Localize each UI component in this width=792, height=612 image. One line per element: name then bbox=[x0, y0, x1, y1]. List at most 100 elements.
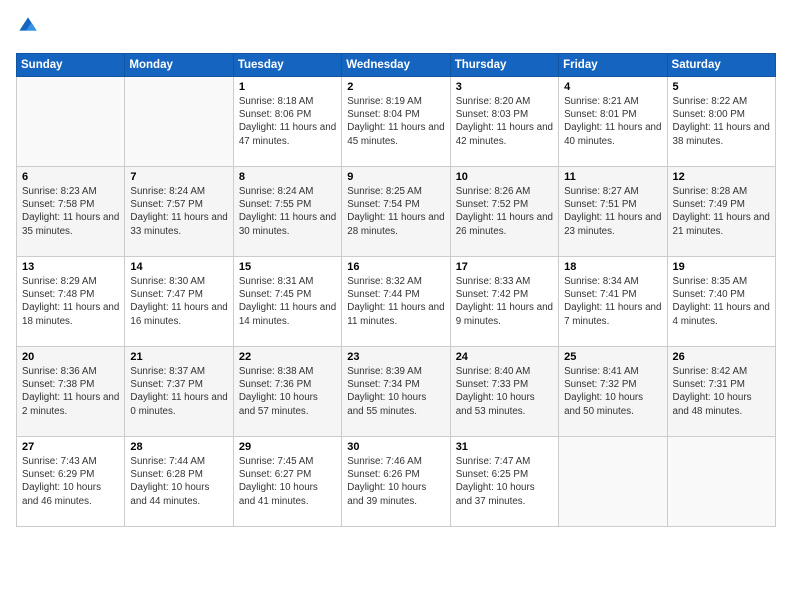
day-info: Sunrise: 8:34 AMSunset: 7:41 PMDaylight:… bbox=[564, 275, 661, 328]
day-info: Sunrise: 7:43 AMSunset: 6:29 PMDaylight:… bbox=[22, 455, 119, 508]
day-number: 15 bbox=[239, 261, 336, 273]
day-number: 6 bbox=[22, 171, 119, 183]
day-info: Sunrise: 8:31 AMSunset: 7:45 PMDaylight:… bbox=[239, 275, 336, 328]
logo-icon bbox=[18, 16, 38, 36]
calendar-cell: 11 Sunrise: 8:27 AMSunset: 7:51 PMDayligh… bbox=[559, 167, 667, 257]
day-info: Sunrise: 8:35 AMSunset: 7:40 PMDaylight:… bbox=[673, 275, 770, 328]
calendar-cell: 26 Sunrise: 8:42 AMSunset: 7:31 PMDayligh… bbox=[667, 347, 775, 437]
day-number: 2 bbox=[347, 81, 444, 93]
day-number: 1 bbox=[239, 81, 336, 93]
weekday-header: Wednesday bbox=[342, 54, 450, 77]
calendar-cell: 24 Sunrise: 8:40 AMSunset: 7:33 PMDayligh… bbox=[450, 347, 558, 437]
day-number: 18 bbox=[564, 261, 661, 273]
day-info: Sunrise: 8:29 AMSunset: 7:48 PMDaylight:… bbox=[22, 275, 119, 328]
weekday-header: Monday bbox=[125, 54, 233, 77]
day-info: Sunrise: 8:30 AMSunset: 7:47 PMDaylight:… bbox=[130, 275, 227, 328]
calendar-cell: 16Sunrise: 8:32 AMSunset: 7:44 PMDayligh… bbox=[342, 257, 450, 347]
weekday-header: Thursday bbox=[450, 54, 558, 77]
day-number: 29 bbox=[239, 441, 336, 453]
day-number: 27 bbox=[22, 441, 119, 453]
calendar-cell: 30Sunrise: 7:46 AMSunset: 6:26 PMDayligh… bbox=[342, 437, 450, 527]
day-info: Sunrise: 8:23 AMSunset: 7:58 PMDaylight:… bbox=[22, 185, 119, 238]
page-header bbox=[16, 16, 776, 41]
calendar-cell: 19Sunrise: 8:35 AMSunset: 7:40 PMDayligh… bbox=[667, 257, 775, 347]
day-info: Sunrise: 8:24 AMSunset: 7:57 PMDaylight:… bbox=[130, 185, 227, 238]
day-number: 13 bbox=[22, 261, 119, 273]
day-info: Sunrise: 8:27 AMSunset: 7:51 PMDaylight:… bbox=[564, 185, 661, 238]
day-number: 7 bbox=[130, 171, 227, 183]
day-info: Sunrise: 8:41 AMSunset: 7:32 PMDaylight:… bbox=[564, 365, 661, 418]
day-number: 5 bbox=[673, 81, 770, 93]
day-number: 8 bbox=[239, 171, 336, 183]
day-number: 10 bbox=[456, 171, 553, 183]
day-number: 28 bbox=[130, 441, 227, 453]
calendar-cell bbox=[559, 437, 667, 527]
calendar-week-row: 27 Sunrise: 7:43 AMSunset: 6:29 PMDayligh… bbox=[17, 437, 776, 527]
weekday-header: Saturday bbox=[667, 54, 775, 77]
day-number: 14 bbox=[130, 261, 227, 273]
day-info: Sunrise: 8:42 AMSunset: 7:31 PMDaylight:… bbox=[673, 365, 770, 418]
day-info: Sunrise: 8:37 AMSunset: 7:37 PMDaylight:… bbox=[130, 365, 227, 418]
weekday-header: Friday bbox=[559, 54, 667, 77]
logo bbox=[16, 16, 38, 41]
day-info: Sunrise: 8:22 AMSunset: 8:00 PMDaylight:… bbox=[673, 95, 770, 148]
day-info: Sunrise: 8:19 AMSunset: 8:04 PMDaylight:… bbox=[347, 95, 444, 148]
calendar-cell: 13 Sunrise: 8:29 AMSunset: 7:48 PMDayligh… bbox=[17, 257, 125, 347]
day-number: 31 bbox=[456, 441, 553, 453]
calendar-cell: 1 Sunrise: 8:18 AMSunset: 8:06 PMDaylight… bbox=[233, 77, 341, 167]
calendar-cell: 29 Sunrise: 7:45 AMSunset: 6:27 PMDayligh… bbox=[233, 437, 341, 527]
day-number: 16 bbox=[347, 261, 444, 273]
day-info: Sunrise: 8:36 AMSunset: 7:38 PMDaylight:… bbox=[22, 365, 119, 418]
calendar-cell bbox=[125, 77, 233, 167]
day-number: 21 bbox=[130, 351, 227, 363]
calendar-cell: 31 Sunrise: 7:47 AMSunset: 6:25 PMDayligh… bbox=[450, 437, 558, 527]
day-info: Sunrise: 8:40 AMSunset: 7:33 PMDaylight:… bbox=[456, 365, 553, 418]
calendar-week-row: 6 Sunrise: 8:23 AMSunset: 7:58 PMDaylight… bbox=[17, 167, 776, 257]
day-info: Sunrise: 7:44 AMSunset: 6:28 PMDaylight:… bbox=[130, 455, 227, 508]
day-number: 3 bbox=[456, 81, 553, 93]
calendar-cell bbox=[17, 77, 125, 167]
day-number: 20 bbox=[22, 351, 119, 363]
calendar-cell: 9 Sunrise: 8:25 AMSunset: 7:54 PMDaylight… bbox=[342, 167, 450, 257]
calendar-cell: 20 Sunrise: 8:36 AMSunset: 7:38 PMDayligh… bbox=[17, 347, 125, 437]
day-info: Sunrise: 8:38 AMSunset: 7:36 PMDaylight:… bbox=[239, 365, 336, 418]
calendar-cell: 27 Sunrise: 7:43 AMSunset: 6:29 PMDayligh… bbox=[17, 437, 125, 527]
day-info: Sunrise: 8:20 AMSunset: 8:03 PMDaylight:… bbox=[456, 95, 553, 148]
calendar-cell: 21 Sunrise: 8:37 AMSunset: 7:37 PMDayligh… bbox=[125, 347, 233, 437]
calendar-cell: 23Sunrise: 8:39 AMSunset: 7:34 PMDayligh… bbox=[342, 347, 450, 437]
day-info: Sunrise: 8:26 AMSunset: 7:52 PMDaylight:… bbox=[456, 185, 553, 238]
calendar-cell: 6 Sunrise: 8:23 AMSunset: 7:58 PMDaylight… bbox=[17, 167, 125, 257]
calendar-table: SundayMondayTuesdayWednesdayThursdayFrid… bbox=[16, 53, 776, 527]
day-info: Sunrise: 8:21 AMSunset: 8:01 PMDaylight:… bbox=[564, 95, 661, 148]
day-number: 24 bbox=[456, 351, 553, 363]
day-number: 26 bbox=[673, 351, 770, 363]
calendar-cell: 2 Sunrise: 8:19 AMSunset: 8:04 PMDaylight… bbox=[342, 77, 450, 167]
calendar-cell: 3 Sunrise: 8:20 AMSunset: 8:03 PMDaylight… bbox=[450, 77, 558, 167]
day-info: Sunrise: 8:24 AMSunset: 7:55 PMDaylight:… bbox=[239, 185, 336, 238]
calendar-week-row: 20 Sunrise: 8:36 AMSunset: 7:38 PMDayligh… bbox=[17, 347, 776, 437]
day-info: Sunrise: 7:47 AMSunset: 6:25 PMDaylight:… bbox=[456, 455, 553, 508]
day-info: Sunrise: 8:28 AMSunset: 7:49 PMDaylight:… bbox=[673, 185, 770, 238]
day-info: Sunrise: 8:33 AMSunset: 7:42 PMDaylight:… bbox=[456, 275, 553, 328]
calendar-cell: 18 Sunrise: 8:34 AMSunset: 7:41 PMDayligh… bbox=[559, 257, 667, 347]
day-info: Sunrise: 7:45 AMSunset: 6:27 PMDaylight:… bbox=[239, 455, 336, 508]
day-number: 4 bbox=[564, 81, 661, 93]
calendar-cell: 12 Sunrise: 8:28 AMSunset: 7:49 PMDayligh… bbox=[667, 167, 775, 257]
calendar-cell: 28 Sunrise: 7:44 AMSunset: 6:28 PMDayligh… bbox=[125, 437, 233, 527]
calendar-week-row: 13 Sunrise: 8:29 AMSunset: 7:48 PMDayligh… bbox=[17, 257, 776, 347]
day-number: 12 bbox=[673, 171, 770, 183]
calendar-cell: 17Sunrise: 8:33 AMSunset: 7:42 PMDayligh… bbox=[450, 257, 558, 347]
calendar-cell: 15 Sunrise: 8:31 AMSunset: 7:45 PMDayligh… bbox=[233, 257, 341, 347]
day-info: Sunrise: 8:25 AMSunset: 7:54 PMDaylight:… bbox=[347, 185, 444, 238]
calendar-cell: 8 Sunrise: 8:24 AMSunset: 7:55 PMDaylight… bbox=[233, 167, 341, 257]
calendar-cell: 10 Sunrise: 8:26 AMSunset: 7:52 PMDayligh… bbox=[450, 167, 558, 257]
calendar-cell: 5 Sunrise: 8:22 AMSunset: 8:00 PMDaylight… bbox=[667, 77, 775, 167]
day-number: 9 bbox=[347, 171, 444, 183]
calendar-header-row: SundayMondayTuesdayWednesdayThursdayFrid… bbox=[17, 54, 776, 77]
calendar-cell: 7 Sunrise: 8:24 AMSunset: 7:57 PMDaylight… bbox=[125, 167, 233, 257]
day-info: Sunrise: 7:46 AMSunset: 6:26 PMDaylight:… bbox=[347, 455, 444, 508]
calendar-cell: 22Sunrise: 8:38 AMSunset: 7:36 PMDayligh… bbox=[233, 347, 341, 437]
day-number: 11 bbox=[564, 171, 661, 183]
calendar-cell bbox=[667, 437, 775, 527]
day-info: Sunrise: 8:18 AMSunset: 8:06 PMDaylight:… bbox=[239, 95, 336, 148]
